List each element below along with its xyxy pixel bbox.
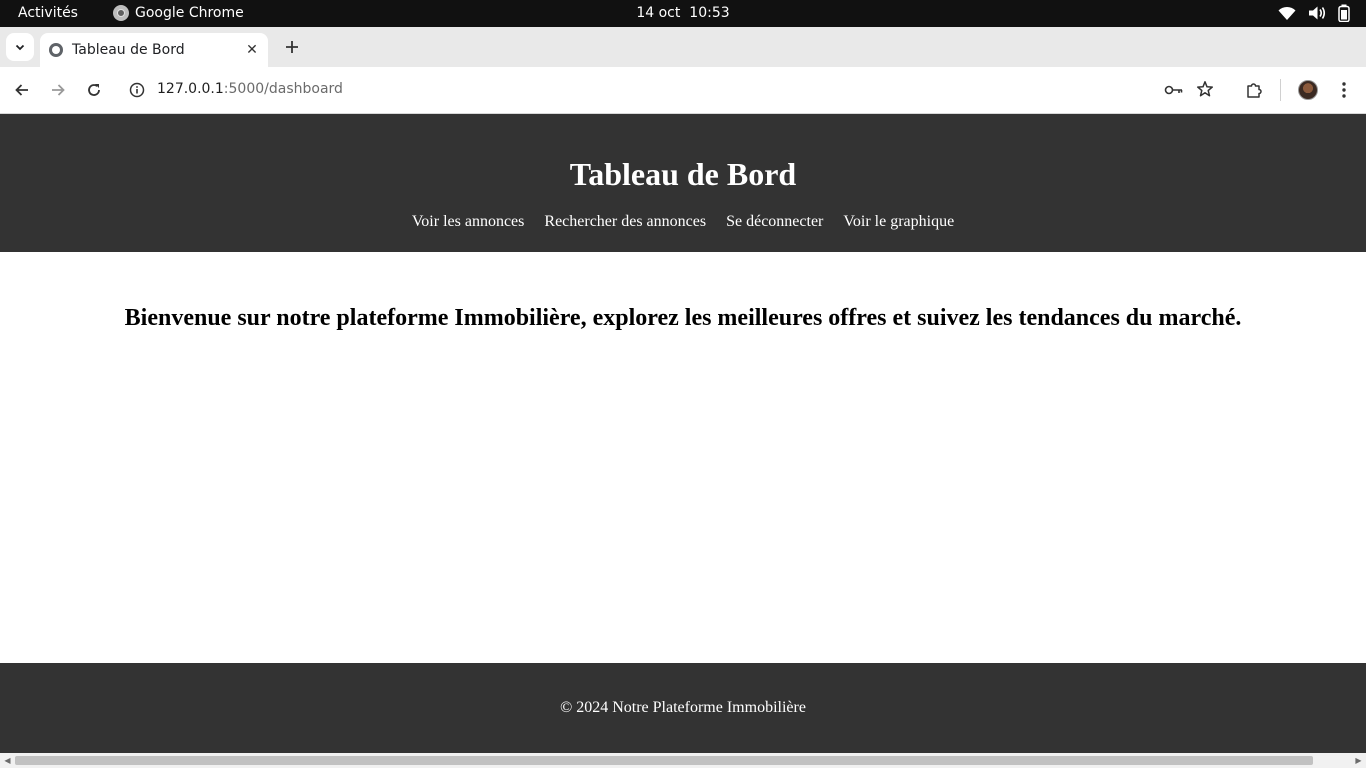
tab-strip: Tableau de Bord ✕: [0, 27, 1366, 67]
scroll-left-arrow-icon[interactable]: ◀: [0, 753, 15, 768]
main-nav: Voir les annonces Rechercher des annonce…: [0, 212, 1366, 232]
globe-icon: [49, 43, 63, 57]
footer-copyright: © 2024 Notre Plateforme Immobilière: [560, 699, 806, 716]
chevron-down-icon: [15, 44, 25, 51]
arrow-right-icon: [52, 84, 65, 96]
new-tab-button[interactable]: [280, 35, 304, 59]
address-bar[interactable]: 127.0.0.1:5000/dashboard: [120, 73, 1226, 107]
nav-link-logout[interactable]: Se déconnecter: [726, 213, 823, 230]
kebab-menu-icon: [1342, 82, 1346, 98]
tab-dashboard[interactable]: Tableau de Bord ✕: [40, 33, 268, 67]
clock-time[interactable]: 10:53: [689, 5, 729, 21]
url-path: :5000/dashboard: [223, 81, 343, 97]
close-icon[interactable]: ✕: [242, 40, 262, 60]
page-title: Tableau de Bord: [569, 156, 797, 192]
reload-button[interactable]: [82, 78, 106, 102]
url-host: 127.0.0.1: [157, 81, 224, 97]
system-top-bar: Activités Google Chrome 14 oct 10:53: [0, 0, 1366, 27]
app-menu[interactable]: Google Chrome: [113, 5, 244, 21]
app-name: Google Chrome: [135, 5, 244, 21]
arrow-left-icon: [15, 84, 28, 96]
horizontal-scrollbar[interactable]: ◀ ▶: [0, 753, 1366, 768]
site-header: Tableau de Bord Voir les annonces Recher…: [0, 114, 1366, 252]
clock-date[interactable]: 14 oct: [636, 5, 680, 21]
scrollbar-thumb[interactable]: [15, 756, 1313, 765]
forward-button[interactable]: [46, 78, 70, 102]
browser-toolbar: 127.0.0.1:5000/dashboard: [0, 67, 1366, 114]
welcome-message: Bienvenue sur notre plateforme Immobiliè…: [124, 305, 1242, 331]
toolbar-divider: [1280, 79, 1281, 101]
url-text[interactable]: 127.0.0.1:5000/dashboard: [157, 81, 343, 97]
info-icon[interactable]: [129, 82, 145, 98]
nav-link-view-chart[interactable]: Voir le graphique: [843, 213, 954, 230]
extensions-button[interactable]: [1242, 78, 1266, 102]
nav-link-search-listings[interactable]: Rechercher des annonces: [544, 213, 706, 230]
puzzle-icon: [1247, 83, 1262, 98]
chrome-icon: [113, 5, 129, 21]
volume-icon: [1309, 6, 1326, 20]
tab-title: Tableau de Bord: [72, 42, 185, 58]
tab-search-button[interactable]: [6, 33, 34, 61]
plus-icon: [286, 41, 298, 53]
scroll-right-arrow-icon[interactable]: ▶: [1351, 753, 1366, 768]
site-footer: © 2024 Notre Plateforme Immobilière: [0, 663, 1366, 753]
activities-button[interactable]: Activités: [18, 5, 78, 21]
wifi-icon: [1278, 6, 1296, 20]
nav-link-view-listings[interactable]: Voir les annonces: [412, 213, 525, 230]
star-icon[interactable]: [1196, 80, 1214, 98]
battery-icon: [1338, 4, 1350, 22]
profile-avatar[interactable]: [1298, 80, 1318, 100]
system-status-area[interactable]: [1278, 4, 1350, 22]
back-button[interactable]: [10, 78, 34, 102]
key-icon[interactable]: [1164, 81, 1184, 99]
reload-icon: [88, 84, 100, 96]
browser-menu-button[interactable]: [1332, 78, 1356, 102]
